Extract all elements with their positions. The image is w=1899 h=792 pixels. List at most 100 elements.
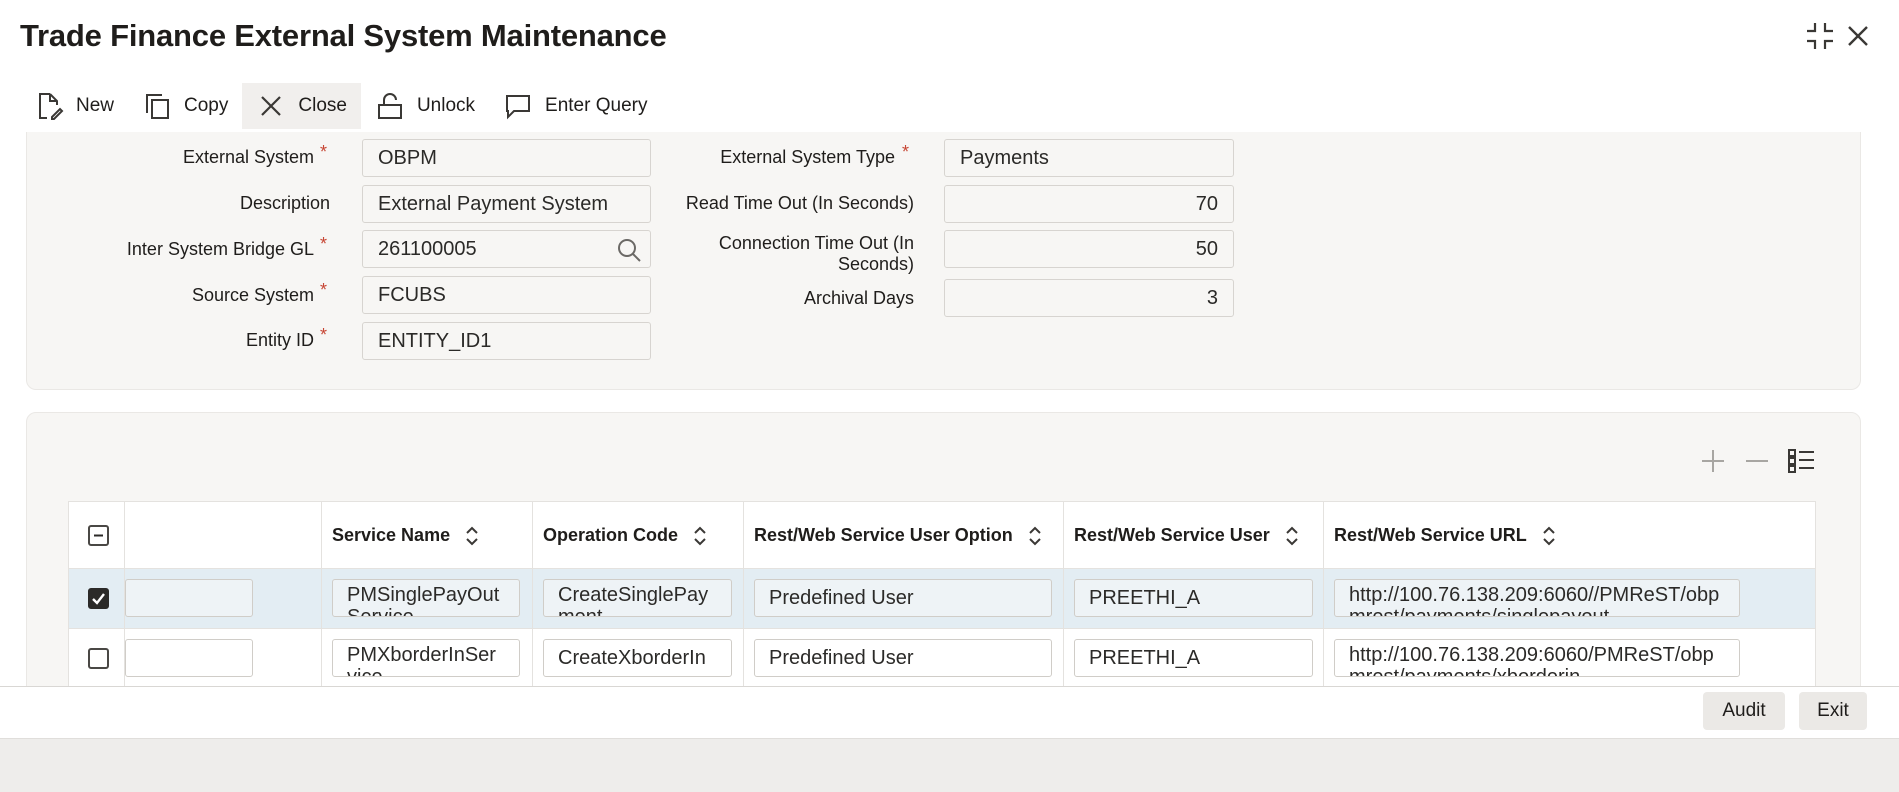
sort-icon[interactable] xyxy=(1284,525,1300,547)
url-input[interactable]: http://100.76.138.209:6060//PMReST/obpmr… xyxy=(1334,579,1740,617)
new-button[interactable]: New xyxy=(20,83,128,129)
user-option-input[interactable]: Predefined User xyxy=(754,639,1052,677)
operation-code-header-label: Operation Code xyxy=(543,525,679,545)
close-icon[interactable] xyxy=(1840,18,1876,54)
close-button[interactable]: Close xyxy=(242,83,361,129)
user-input[interactable]: PREETHI_A xyxy=(1074,639,1313,677)
unlock-label: Unlock xyxy=(416,95,476,116)
sort-icon[interactable] xyxy=(1027,525,1043,547)
external-system-field[interactable]: OBPM xyxy=(362,139,651,177)
bridge-gl-field[interactable]: 261100005 xyxy=(362,230,651,268)
service-name-input[interactable]: PMSinglePayOutService xyxy=(332,579,520,617)
exit-button[interactable]: Exit xyxy=(1799,692,1867,730)
collapse-icon[interactable] xyxy=(1802,18,1838,54)
table-cell: PREETHI_A xyxy=(1063,629,1323,686)
table-cell: PREETHI_A xyxy=(1063,569,1323,629)
service-name-input[interactable]: PMXborderInService xyxy=(332,639,520,677)
bridge-gl-label: Inter System Bridge GL xyxy=(126,239,314,259)
table-row[interactable]: PMXborderInService CreateXborderIn Prede… xyxy=(69,629,1815,686)
column-header-blank xyxy=(124,502,321,569)
required-mark: * xyxy=(320,280,328,300)
conn-timeout-label-line1: Connection Time Out (In xyxy=(718,233,914,253)
conn-timeout-field[interactable]: 50 xyxy=(944,230,1234,268)
conn-timeout-label: Connection Time Out (In Seconds) xyxy=(640,233,914,275)
user-option-input[interactable]: Predefined User xyxy=(754,579,1052,617)
table-header-row: Service Name Operation Code Rest/Web Ser… xyxy=(69,502,1815,569)
column-header-service-name[interactable]: Service Name xyxy=(321,502,532,569)
column-header-user-option[interactable]: Rest/Web Service User Option xyxy=(743,502,1063,569)
new-label: New xyxy=(76,95,115,116)
enter-query-button[interactable]: Enter Query xyxy=(489,83,661,129)
unlock-button[interactable]: Unlock xyxy=(361,83,489,129)
table-cell: CreateXborderIn xyxy=(532,629,743,686)
table-cell: CreateSinglePayment xyxy=(532,569,743,629)
first-column-input[interactable] xyxy=(125,639,253,677)
url-header-label: Rest/Web Service URL xyxy=(1334,525,1527,545)
user-header-label: Rest/Web Service User xyxy=(1074,525,1270,545)
operation-code-input[interactable]: CreateSinglePayment xyxy=(543,579,732,617)
operation-code-input[interactable]: CreateXborderIn xyxy=(543,639,732,677)
read-timeout-label: Read Time Out (In Seconds) xyxy=(685,193,914,213)
footer-bar xyxy=(0,686,1899,738)
unlock-icon xyxy=(377,93,402,119)
copy-icon xyxy=(146,94,170,119)
copy-button[interactable]: Copy xyxy=(128,83,242,129)
source-system-field[interactable]: FCUBS xyxy=(362,276,651,314)
table-cell: http://100.76.138.209:6060/PMReST/obpmre… xyxy=(1323,629,1815,686)
table-cell: Predefined User xyxy=(743,569,1063,629)
table-cell: Predefined User xyxy=(743,629,1063,686)
description-label: Description xyxy=(239,193,330,213)
sort-icon[interactable] xyxy=(1541,525,1557,547)
sort-icon[interactable] xyxy=(464,525,480,547)
column-header-user[interactable]: Rest/Web Service User xyxy=(1063,502,1323,569)
required-mark: * xyxy=(320,142,328,162)
single-record-view-icon[interactable] xyxy=(1786,446,1816,476)
remove-row-icon[interactable] xyxy=(1742,446,1772,476)
search-icon[interactable] xyxy=(616,237,642,263)
required-mark: * xyxy=(320,234,328,254)
bridge-gl-value: 261100005 xyxy=(378,237,477,260)
services-table: Service Name Operation Code Rest/Web Ser… xyxy=(68,501,1816,687)
audit-button[interactable]: Audit xyxy=(1703,692,1785,730)
copy-label: Copy xyxy=(184,95,229,116)
required-mark: * xyxy=(902,142,910,162)
source-system-label: Source System xyxy=(191,285,314,305)
external-system-label: External System xyxy=(182,147,314,167)
required-mark: * xyxy=(320,325,328,345)
table-row[interactable]: PMSinglePayOutService CreateSinglePaymen… xyxy=(69,569,1815,629)
grid-toolbar xyxy=(1698,446,1816,476)
read-timeout-field[interactable]: 70 xyxy=(944,185,1234,223)
description-field[interactable]: External Payment System xyxy=(362,185,651,223)
archival-days-field[interactable]: 3 xyxy=(944,279,1234,317)
column-header-operation-code[interactable]: Operation Code xyxy=(532,502,743,569)
new-document-icon xyxy=(39,93,64,120)
ext-system-type-field[interactable]: Payments xyxy=(944,139,1234,177)
ext-system-type-label: External System Type xyxy=(720,147,895,167)
service-name-header-label: Service Name xyxy=(332,525,451,545)
table-cell xyxy=(124,569,321,629)
entity-id-label: Entity ID xyxy=(245,330,314,350)
page-title: Trade Finance External System Maintenanc… xyxy=(20,18,667,53)
chat-bubble-icon xyxy=(506,95,531,120)
table-cell: http://100.76.138.209:6060//PMReST/obpmr… xyxy=(1323,569,1815,629)
conn-timeout-label-line2: Seconds) xyxy=(837,254,914,274)
table-cell xyxy=(124,629,321,686)
sort-icon[interactable] xyxy=(692,525,708,547)
select-all-checkbox[interactable] xyxy=(88,525,109,546)
title-bar: Trade Finance External System Maintenanc… xyxy=(0,0,1899,70)
first-column-input[interactable] xyxy=(125,579,253,617)
add-row-icon[interactable] xyxy=(1698,446,1728,476)
url-input[interactable]: http://100.76.138.209:6060/PMReST/obpmre… xyxy=(1334,639,1740,677)
close-x-icon xyxy=(261,96,282,116)
archival-days-label: Archival Days xyxy=(803,288,914,308)
row-checkbox[interactable] xyxy=(88,648,109,669)
status-bar xyxy=(0,738,1899,792)
entity-id-field[interactable]: ENTITY_ID1 xyxy=(362,322,651,360)
toolbar: New Copy Close Unlock Enter Query xyxy=(20,82,661,130)
enter-query-label: Enter Query xyxy=(545,95,648,116)
close-label: Close xyxy=(298,95,347,116)
user-input[interactable]: PREETHI_A xyxy=(1074,579,1313,617)
row-checkbox[interactable] xyxy=(88,588,109,609)
column-header-url[interactable]: Rest/Web Service URL xyxy=(1323,502,1815,569)
user-option-header-label: Rest/Web Service User Option xyxy=(754,525,1013,545)
